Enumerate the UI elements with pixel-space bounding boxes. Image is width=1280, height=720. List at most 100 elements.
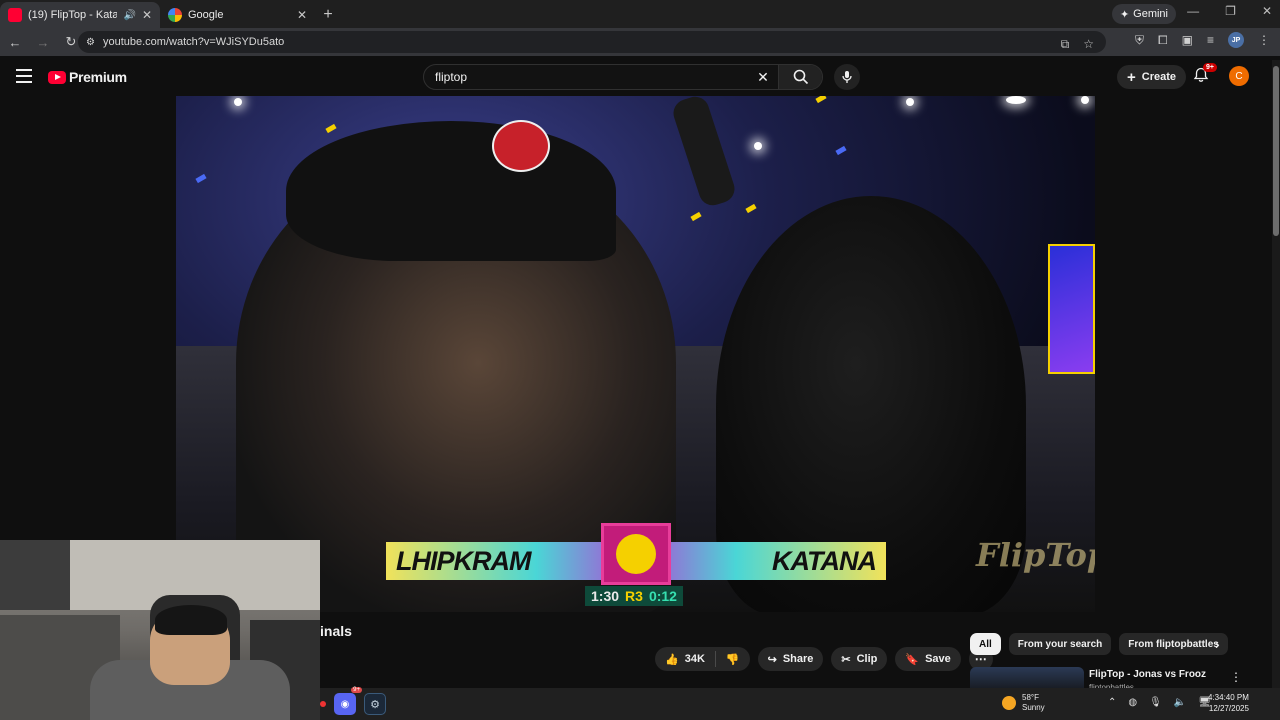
close-tab-icon[interactable]: ✕ <box>142 8 152 22</box>
like-button[interactable]: 👍 34K <box>655 653 715 666</box>
tab-youtube[interactable]: (19) FlipTop - Katana vs Lhip 🔊 ✕ <box>0 2 160 28</box>
puzzle-icon[interactable]: ⧠ <box>1158 33 1168 48</box>
share-label: Share <box>782 653 814 665</box>
thumbs-down-icon: 👎 <box>725 653 740 666</box>
weather-widget[interactable]: 58°F Sunny <box>1002 693 1045 713</box>
gemini-button[interactable]: ✦ Gemini <box>1111 4 1176 24</box>
scissors-icon: ✂ <box>841 653 851 666</box>
search-button[interactable] <box>778 65 822 89</box>
back-icon[interactable]: ← <box>6 33 24 51</box>
app-tray-icon[interactable]: ◍ <box>1128 697 1137 708</box>
hamburger-menu-icon[interactable] <box>16 69 32 83</box>
site-info-icon[interactable]: ⚙ <box>86 37 95 48</box>
url-field[interactable]: ⚙ youtube.com/watch?v=WJiSYDu5ato ⧉ ☆ <box>78 31 1106 53</box>
tab-google[interactable]: Google ✕ <box>160 2 315 28</box>
clip-label: Clip <box>856 653 878 665</box>
install-app-icon[interactable]: ⧉ <box>1061 37 1070 52</box>
elapsed-time: 1:30 <box>591 588 620 604</box>
tab-title: (19) FlipTop - Katana vs Lhip <box>28 9 118 21</box>
search-icon <box>793 69 808 85</box>
speaker-icon[interactable]: 🔊 <box>123 10 135 21</box>
taskbar-clock[interactable]: 4:34:40 PM 12/27/2025 <box>1208 692 1249 714</box>
stage-light <box>1006 96 1026 104</box>
discord-icon[interactable]: ◉ 9+ <box>334 687 362 715</box>
microphone-icon <box>842 71 852 83</box>
boogie-logo <box>601 523 671 585</box>
volume-icon[interactable]: 🔈 <box>1174 697 1186 708</box>
discord-badge: 9+ <box>351 687 362 693</box>
scrollbar-thumb[interactable] <box>1273 66 1279 236</box>
bookmark-icon: 🔖 <box>905 653 920 666</box>
stage-light <box>906 98 914 106</box>
confetti <box>690 211 702 222</box>
weather-desc: Sunny <box>1022 703 1045 712</box>
youtube-favicon-icon <box>8 8 22 22</box>
round-timer: 1:30 R3 0:12 <box>585 586 683 606</box>
voice-search-button[interactable] <box>834 64 860 90</box>
youtube-play-icon <box>48 70 66 84</box>
fliptop-watermark: FlipTop <box>976 536 1095 574</box>
screen: (19) FlipTop - Katana vs Lhip 🔊 ✕ Google… <box>0 0 1280 720</box>
kebab-menu-icon[interactable]: ⋮ <box>1258 33 1270 47</box>
countdown: 0:12 <box>648 588 677 604</box>
clear-search-icon[interactable]: ✕ <box>748 69 778 86</box>
clip-button[interactable]: ✂ Clip <box>831 647 888 671</box>
steam-icon[interactable]: ⚙ <box>364 693 386 715</box>
split-view-icon[interactable]: ▣ <box>1182 33 1193 47</box>
clock-date: 12/27/2025 <box>1208 704 1249 713</box>
share-button[interactable]: ↪ Share <box>757 647 824 671</box>
bookmark-star-icon[interactable]: ☆ <box>1083 37 1094 52</box>
video-player[interactable]: LHIPKRAM KATANA 1:30 R3 0:12 FlipTop <box>176 96 1095 612</box>
dislike-button[interactable]: 👎 <box>716 653 750 666</box>
plus-icon: + <box>1127 68 1136 86</box>
confetti <box>325 123 337 134</box>
chip-from-fliptopbattles[interactable]: From fliptopbattles <box>1119 633 1228 655</box>
extension-toolbar: ⛨ ⧠ ▣ ≡ JP ⋮ <box>1135 32 1270 48</box>
logo-text: Premium <box>69 69 127 85</box>
like-dislike-group: 👍 34K 👎 <box>655 647 750 671</box>
logo-emblem <box>616 534 656 574</box>
gamepad-glyph: ◉ <box>340 698 350 710</box>
account-avatar[interactable]: C <box>1229 66 1249 86</box>
google-favicon-icon <box>168 8 182 22</box>
webcam-overlay <box>0 540 320 720</box>
forward-icon[interactable]: → <box>34 33 52 51</box>
close-window-icon[interactable]: ✕ <box>1262 4 1272 18</box>
youtube-logo[interactable]: Premium <box>48 69 127 85</box>
like-count: 34K <box>684 653 705 665</box>
sun-icon <box>1002 696 1016 710</box>
chevron-right-icon[interactable]: › <box>1215 636 1220 652</box>
steam-glyph: ⚙ <box>370 698 380 711</box>
stage-light <box>234 98 242 106</box>
more-vert-icon[interactable]: ⋮ <box>1230 670 1242 684</box>
search-input[interactable] <box>424 65 748 89</box>
recording-dot-icon <box>320 701 326 707</box>
close-tab-icon[interactable]: ✕ <box>297 8 307 22</box>
chip-from-your-search[interactable]: From your search <box>1008 633 1112 655</box>
mic-tray-icon[interactable]: 🎙 <box>1149 697 1162 708</box>
banner-right-name: KATANA <box>772 545 877 576</box>
save-button[interactable]: 🔖 Save <box>895 647 961 671</box>
chevron-up-icon[interactable]: ⌃ <box>1108 697 1116 708</box>
window-controls: — ❐ ✕ <box>1187 4 1272 18</box>
stage-light <box>1081 96 1089 104</box>
event-screen <box>1048 244 1095 374</box>
clock-time: 4:34:40 PM <box>1208 693 1249 702</box>
shield-icon[interactable]: ⛨ <box>1135 33 1144 48</box>
system-tray: ⌃ ◍ 🎙 🔈 🖥 <box>1108 697 1211 708</box>
confetti <box>815 96 827 104</box>
create-label: Create <box>1141 71 1177 83</box>
maximize-icon[interactable]: ❐ <box>1225 4 1236 18</box>
media-control-icon[interactable]: ≡ <box>1207 33 1214 47</box>
create-button[interactable]: + Create <box>1117 65 1187 89</box>
recommendation-chips: All From your search From fliptopbattles <box>970 633 1228 655</box>
browser-tab-bar: (19) FlipTop - Katana vs Lhip 🔊 ✕ Google… <box>0 0 1280 28</box>
chip-all[interactable]: All <box>970 633 1001 655</box>
rec-title[interactable]: FlipTop - Jonas vs Frooz <box>1089 669 1206 680</box>
profile-avatar[interactable]: JP <box>1228 32 1244 48</box>
stage-light <box>754 142 762 150</box>
minimize-icon[interactable]: — <box>1187 4 1199 18</box>
boom-microphone <box>669 96 739 209</box>
confetti <box>195 173 207 184</box>
new-tab-button[interactable]: + <box>315 2 341 28</box>
